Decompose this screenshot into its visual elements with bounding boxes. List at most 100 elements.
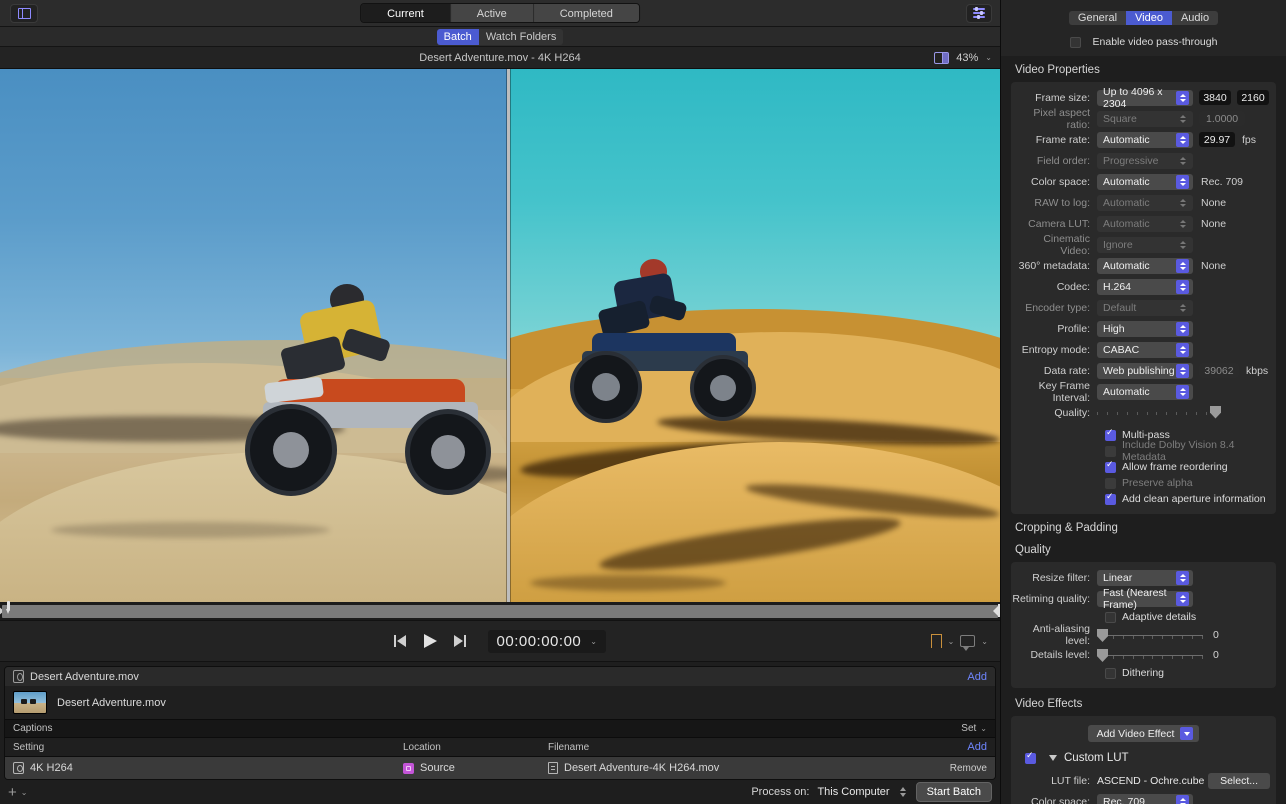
main-area: Current Active Completed Batch Watch Fol… <box>0 0 1000 804</box>
resize-filter-popup[interactable]: Linear <box>1097 569 1193 586</box>
clean-aperture-checkbox[interactable] <box>1105 492 1116 505</box>
playhead-marker[interactable] <box>4 600 13 618</box>
frame-rate-popup[interactable]: Automatic <box>1097 131 1193 148</box>
raw-to-log-side: None <box>1201 196 1227 209</box>
data-rate-popup[interactable]: Web publishing <box>1097 362 1193 379</box>
quality-section-title: Quality <box>1001 540 1286 562</box>
field-order-label: Field order: <box>1036 154 1090 167</box>
start-batch-button[interactable]: Start Batch <box>915 782 992 802</box>
process-on-stepper[interactable] <box>898 784 908 800</box>
scrubber[interactable] <box>0 600 1000 620</box>
tab-current[interactable]: Current <box>361 4 451 22</box>
skip-to-start-icon[interactable] <box>393 634 410 648</box>
pass-through-row[interactable]: Enable video pass-through <box>1001 28 1286 56</box>
disclosure-triangle-icon[interactable] <box>1049 755 1057 761</box>
sidebar-toggle-button[interactable] <box>10 3 38 23</box>
entropy-mode-popup[interactable]: CABAC <box>1097 341 1193 358</box>
row-setting: 4K H264 <box>30 762 73 774</box>
setting-add-link[interactable]: Add <box>967 741 987 753</box>
add-video-effect-button[interactable]: Add Video Effect <box>1087 725 1200 742</box>
dithering-checkbox[interactable] <box>1105 667 1116 679</box>
caption-balloon-icon[interactable] <box>960 635 976 651</box>
anti-aliasing-slider[interactable] <box>1097 629 1207 642</box>
frame-height-field[interactable]: 2160 <box>1237 90 1269 105</box>
skip-to-end-icon[interactable] <box>450 634 466 648</box>
range-end-marker[interactable] <box>993 604 1000 617</box>
zoom-level[interactable]: 43% <box>956 52 978 64</box>
bookmark-chevron-down-icon[interactable]: ⌄ <box>948 637 955 646</box>
quality-knob[interactable] <box>1210 405 1221 419</box>
captions-label: Captions <box>13 723 53 734</box>
preview-canvas[interactable] <box>0 69 1000 602</box>
frame-size-popup[interactable]: Up to 4096 x 2304 <box>1097 86 1193 110</box>
atv-rider-graded <box>570 259 758 424</box>
pixel-aspect-row: Pixel aspect ratio: Square 1.0000 <box>1011 107 1276 131</box>
profile-popup[interactable]: High <box>1097 320 1193 337</box>
clean-aperture-row[interactable]: Add clean aperture information <box>1011 491 1276 507</box>
data-rate-row: Data rate: Web publishing 39062 kbps <box>1011 360 1276 381</box>
process-on-label: Process on: <box>751 786 810 798</box>
anti-aliasing-knob[interactable] <box>1097 629 1108 642</box>
profile-row: Profile: High <box>1011 318 1276 339</box>
split-view-icon[interactable] <box>934 51 950 64</box>
frame-reordering-checkbox[interactable] <box>1105 460 1116 473</box>
batch-status-tabs[interactable]: Current Active Completed <box>360 3 640 23</box>
play-icon[interactable] <box>422 634 438 648</box>
row-remove-button[interactable]: Remove <box>950 763 987 774</box>
chevron-down-icon[interactable]: ⌄ <box>590 637 597 646</box>
color-space-popup[interactable]: Automatic <box>1097 173 1193 190</box>
plus-icon[interactable]: + <box>8 785 17 800</box>
tab-completed[interactable]: Completed <box>533 4 639 22</box>
tab-active[interactable]: Active <box>450 4 534 22</box>
preview-header: Desert Adventure.mov - 4K H264 43% ⌄ <box>0 47 1000 69</box>
tab-general[interactable]: General <box>1068 11 1127 25</box>
pill-batch[interactable]: Batch <box>436 28 479 45</box>
adaptive-details-checkbox[interactable] <box>1105 611 1116 623</box>
quality-slider[interactable] <box>1097 405 1221 420</box>
pass-through-checkbox[interactable] <box>1069 36 1081 48</box>
codec-row: Codec: H.264 <box>1011 276 1276 297</box>
key-frame-popup[interactable]: Automatic <box>1097 383 1193 400</box>
custom-lut-header: Custom LUT <box>1011 744 1276 770</box>
lut-color-space-popup[interactable]: Rec. 709 <box>1097 793 1193 804</box>
split-divider[interactable] <box>507 69 510 602</box>
retiming-quality-popup[interactable]: Fast (Nearest Frame) <box>1097 587 1193 611</box>
process-on-value[interactable]: This Computer <box>817 786 889 798</box>
bookmark-icon[interactable] <box>930 634 942 649</box>
job-add-link[interactable]: Add <box>967 671 987 683</box>
codec-popup[interactable]: H.264 <box>1097 278 1193 295</box>
captions-row[interactable]: Captions Set ⌄ <box>5 719 995 738</box>
captions-set-button[interactable]: Set ⌄ <box>961 723 987 734</box>
multi-pass-checkbox[interactable] <box>1105 428 1116 441</box>
camera-lut-side: None <box>1201 217 1227 230</box>
chevron-down-icon[interactable]: ⌄ <box>985 53 992 62</box>
resize-filter-label: Resize filter: <box>1032 571 1090 584</box>
scrubber-track[interactable] <box>2 600 998 618</box>
timecode-field[interactable]: 00:00:00:00 ⌄ <box>487 629 607 653</box>
metadata-360-popup[interactable]: Automatic <box>1097 257 1193 274</box>
lut-select-button[interactable]: Select... <box>1208 772 1270 789</box>
anti-aliasing-ticks <box>1103 636 1203 639</box>
batch-mode-pills[interactable]: Batch Watch Folders <box>436 28 564 45</box>
source-row[interactable]: Desert Adventure.mov <box>5 686 995 719</box>
cropping-padding-title[interactable]: Cropping & Padding <box>1001 514 1286 540</box>
frame-rate-number[interactable]: 29.97 <box>1199 132 1235 147</box>
table-row[interactable]: 4K H264 Source Desert Adventure-4K H264.… <box>5 757 995 779</box>
inspector-sliders-icon <box>973 7 985 19</box>
job-body: Desert Adventure.mov Captions Set ⌄ Sett… <box>5 686 995 779</box>
add-chevron-down-icon[interactable]: ⌄ <box>21 788 28 797</box>
dithering-row[interactable]: Dithering <box>1011 665 1276 681</box>
preset-icon <box>13 762 24 774</box>
details-level-row: Details level: 0 <box>1011 645 1276 665</box>
frame-width-field[interactable]: 3840 <box>1199 90 1231 105</box>
details-level-knob[interactable] <box>1097 649 1108 662</box>
key-frame-value: Automatic <box>1103 385 1150 398</box>
tab-video[interactable]: Video <box>1126 11 1172 25</box>
inspector-toggle-button[interactable] <box>966 3 992 23</box>
caption-chevron-down-icon[interactable]: ⌄ <box>981 637 988 646</box>
details-level-slider[interactable] <box>1097 649 1207 662</box>
batch-job[interactable]: Desert Adventure.mov Add Desert Adventur… <box>4 666 996 780</box>
pill-watch-folders[interactable]: Watch Folders <box>478 28 564 45</box>
tab-audio[interactable]: Audio <box>1171 11 1219 25</box>
custom-lut-enable-checkbox[interactable] <box>1025 751 1036 764</box>
